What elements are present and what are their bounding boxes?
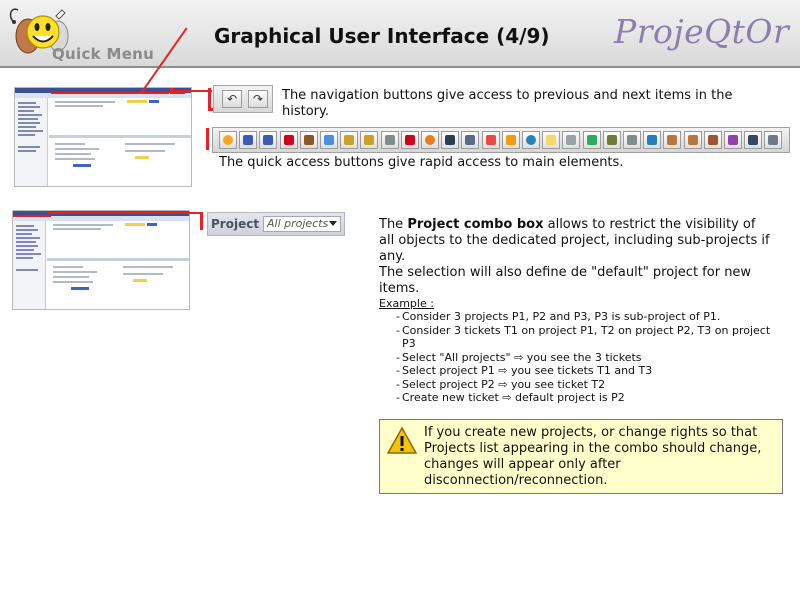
back-button[interactable]: ↶ <box>222 90 242 108</box>
hand-icon <box>546 135 557 145</box>
quick-access-button[interactable] <box>683 131 702 149</box>
quick-access-button[interactable] <box>380 131 399 149</box>
calendar-icon <box>748 135 759 145</box>
warning-triangle-icon <box>386 426 418 454</box>
chevron-down-icon <box>329 221 337 226</box>
quick-access-button[interactable] <box>703 131 722 149</box>
quick-access-button[interactable] <box>461 131 480 149</box>
flag-icon <box>283 135 294 145</box>
example-title: Example : <box>379 297 434 310</box>
monitor2-icon <box>465 135 476 145</box>
quick-access-button[interactable] <box>421 131 439 149</box>
app-thumbnail-project <box>12 210 190 310</box>
money-bag2-icon <box>364 135 375 145</box>
quick-access-button[interactable] <box>219 131 237 149</box>
today-icon <box>223 135 233 145</box>
quick-access-button[interactable] <box>764 131 783 149</box>
meeting-icon <box>445 135 456 145</box>
list-item: Create new ticket ⇨ default project is P… <box>396 391 776 405</box>
quick-access-button[interactable] <box>299 131 318 149</box>
quick-access-description: The quick access buttons give rapid acce… <box>219 155 624 170</box>
sync-icon <box>586 135 597 145</box>
speech-icon <box>566 135 577 145</box>
quick-access-button[interactable] <box>340 131 359 149</box>
quick-access-button[interactable] <box>582 131 601 149</box>
box2-icon <box>687 135 698 145</box>
resource-icon <box>728 135 738 145</box>
activity-icon <box>324 135 334 145</box>
list-item: Consider 3 tickets T1 on project P1, T2 … <box>396 324 776 351</box>
quick-access-button[interactable] <box>724 131 742 149</box>
project-combo-box: Project All projects <box>207 212 345 236</box>
quick-access-button[interactable] <box>744 131 763 149</box>
quick-access-button[interactable] <box>522 131 540 149</box>
project-select[interactable]: All projects <box>263 216 341 232</box>
quick-access-button[interactable] <box>562 131 581 149</box>
bubble-icon <box>485 135 496 145</box>
quick-access-button[interactable] <box>501 131 520 149</box>
navigation-buttons-widget: ↶ ↷ <box>213 85 273 113</box>
team-icon <box>627 135 637 145</box>
quick-access-button[interactable] <box>643 131 662 149</box>
forward-button[interactable]: ↷ <box>248 90 268 108</box>
quick-access-button[interactable] <box>481 131 500 149</box>
project-combo-description: The Project combo box allows to restrict… <box>379 217 774 265</box>
list-item: Select project P1 ⇨ you see tickets T1 a… <box>396 364 776 378</box>
contact-icon <box>707 135 718 145</box>
quick-access-button[interactable] <box>663 131 682 149</box>
project-label: Project <box>211 217 260 231</box>
money-bag-icon <box>344 135 355 145</box>
quick-access-toolbar <box>212 127 790 153</box>
monitor-icon <box>263 135 274 145</box>
project-select-value: All projects <box>267 217 329 230</box>
user-icon <box>606 135 617 145</box>
quick-access-button[interactable] <box>239 131 258 149</box>
example-list: Consider 3 projects P1, P2 and P3, P3 is… <box>396 310 776 405</box>
milestone-icon <box>404 135 415 145</box>
undo-arrow-icon: ↶ <box>226 92 238 106</box>
warning-note: If you create new projects, or change ri… <box>379 419 783 494</box>
brand-logo-text: ProjeQtOr <box>614 12 790 51</box>
quick-access-button[interactable] <box>279 131 298 149</box>
quick-access-button[interactable] <box>602 131 621 149</box>
stop-icon <box>425 135 435 145</box>
list-item: Select project P2 ⇨ you see ticket T2 <box>396 378 776 392</box>
quick-access-button[interactable] <box>542 131 561 149</box>
gear-icon <box>647 135 658 145</box>
app-thumbnail-navigation <box>14 87 192 187</box>
quick-menu-label: Quick Menu <box>52 45 155 63</box>
document-icon <box>384 135 395 145</box>
quick-access-button[interactable] <box>360 131 379 149</box>
warning-text: If you create new projects, or change ri… <box>424 425 762 488</box>
example-title-text: Example : <box>379 297 434 310</box>
planning-icon <box>243 135 254 145</box>
list-item: Consider 3 projects P1, P2 and P3, P3 is… <box>396 310 776 324</box>
quick-access-button[interactable] <box>400 131 419 149</box>
quick-access-button[interactable] <box>623 131 641 149</box>
intro-bold: Project combo box <box>407 217 544 232</box>
intro-prefix: The <box>379 217 408 232</box>
warning-circle-icon <box>505 135 516 145</box>
redo-arrow-icon: ↷ <box>252 92 264 106</box>
quick-access-button[interactable] <box>259 131 278 149</box>
ticket-icon <box>303 135 314 145</box>
page-title: Graphical User Interface (4/9) <box>214 24 550 48</box>
quick-access-button[interactable] <box>320 131 338 149</box>
list-item: Select "All projects" ⇨ you see the 3 ti… <box>396 351 776 365</box>
slide-header: Quick Menu Graphical User Interface (4/9… <box>0 0 800 68</box>
navigation-description: The navigation buttons give access to pr… <box>282 88 733 119</box>
admin-icon <box>768 135 779 145</box>
box-icon <box>667 135 678 145</box>
default-project-description: The selection will also define de "defau… <box>379 265 752 296</box>
help-circle-icon <box>526 135 536 145</box>
quick-access-button[interactable] <box>441 131 460 149</box>
